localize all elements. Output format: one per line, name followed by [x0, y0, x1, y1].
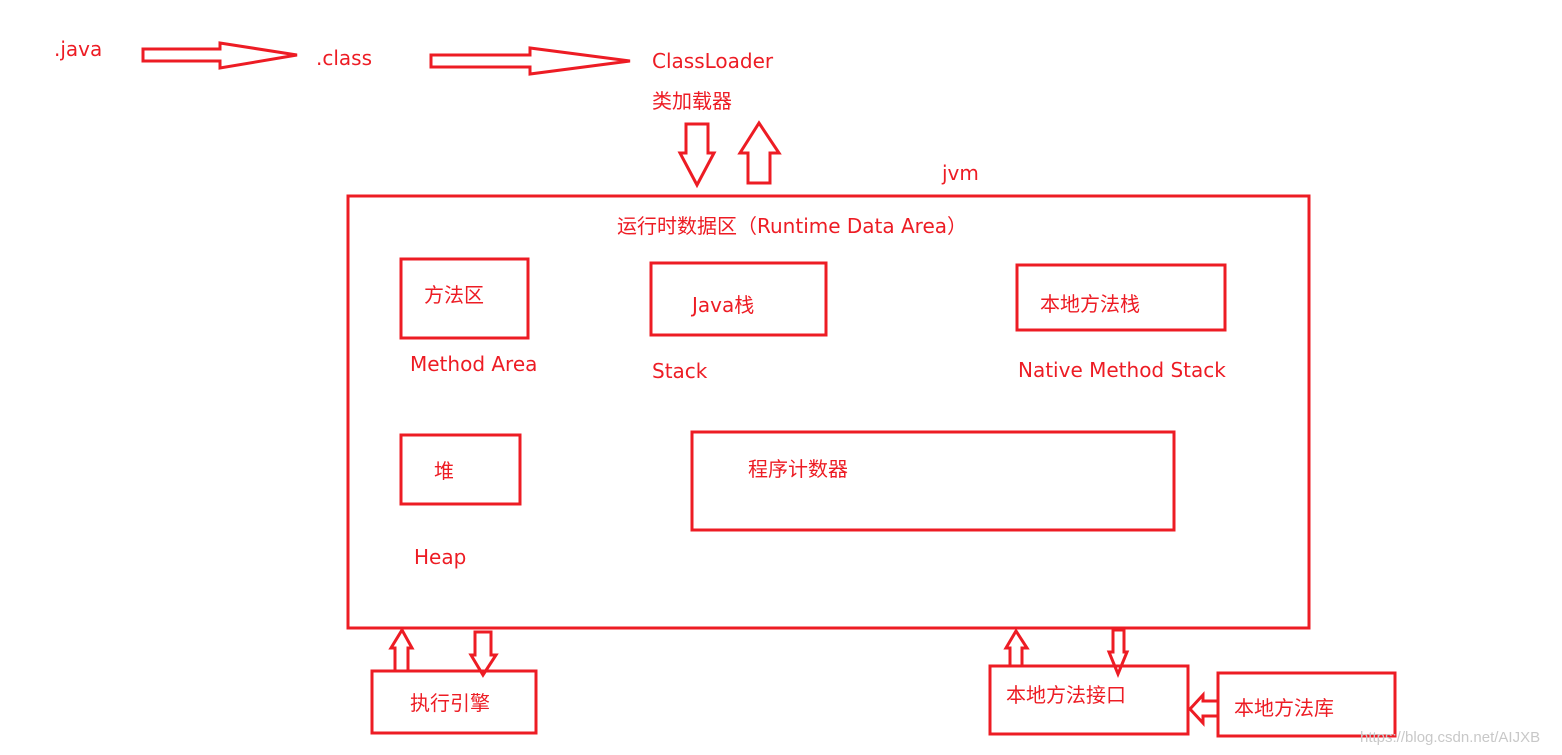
- native-interface-label: 本地方法接口: [1006, 683, 1126, 707]
- native-method-stack-cn: 本地方法栈: [1040, 292, 1140, 316]
- arrow-right-icon: [429, 46, 631, 76]
- native-library-label: 本地方法库: [1234, 696, 1334, 720]
- classloader-cn-label: 类加载器: [652, 89, 732, 113]
- jvm-architecture-diagram: .java .class ClassLoader 类加载器 jvm 运行时数据区…: [54, 37, 1540, 746]
- jvm-label: jvm: [941, 161, 979, 185]
- arrow-right-icon: [141, 41, 298, 70]
- java-stack-en: Stack: [652, 359, 708, 383]
- watermark: https://blog.csdn.net/AIJXB: [1360, 729, 1540, 746]
- arrow-up-icon: [388, 627, 415, 673]
- arrow-down-icon: [468, 630, 499, 678]
- java-file-label: .java: [54, 37, 102, 61]
- native-method-stack-en: Native Method Stack: [1018, 358, 1226, 382]
- pc-register-cn: 程序计数器: [748, 457, 848, 481]
- pc-register-box: [690, 430, 1176, 532]
- arrow-up-icon: [1003, 628, 1030, 668]
- class-file-label: .class: [316, 46, 372, 70]
- arrow-down-icon: [677, 122, 717, 189]
- classloader-label: ClassLoader: [652, 49, 774, 73]
- heap-en: Heap: [414, 545, 466, 569]
- method-area-en: Method Area: [410, 352, 537, 376]
- method-area-cn: 方法区: [424, 283, 484, 307]
- arrow-up-icon: [737, 120, 782, 185]
- arrow-left-icon: [1187, 691, 1220, 727]
- java-stack-cn: Java栈: [690, 293, 754, 317]
- heap-cn: 堆: [434, 459, 454, 483]
- runtime-data-area-title: 运行时数据区（Runtime Data Area）: [617, 214, 967, 238]
- execution-engine-label: 执行引擎: [410, 691, 490, 715]
- heap-box: [399, 433, 522, 506]
- runtime-data-area-box: [346, 194, 1311, 630]
